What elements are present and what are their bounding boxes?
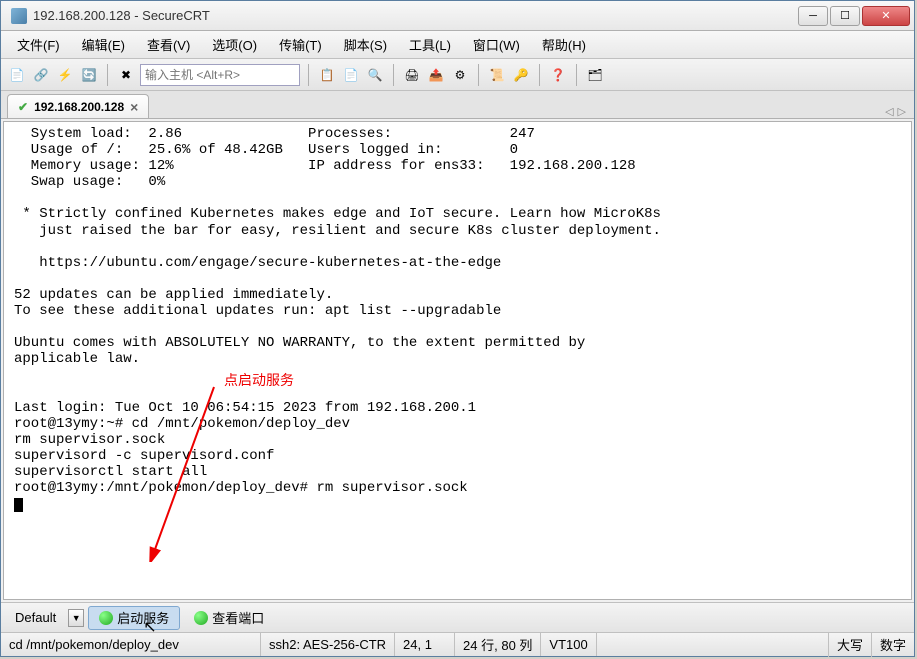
menu-tools[interactable]: 工具(L) [399,31,461,58]
titlebar: 192.168.200.128 - SecureCRT ─ ☐ ✕ [1,1,914,31]
app-window: 192.168.200.128 - SecureCRT ─ ☐ ✕ 文件(F) … [0,0,915,657]
separator [308,64,309,86]
status-term: VT100 [541,633,596,656]
menu-transfer[interactable]: 传输(T) [269,31,332,58]
separator [539,64,540,86]
start-service-label: 启动服务 [117,608,169,627]
status-path: cd /mnt/pokemon/deploy_dev [1,633,261,656]
terminal-content: System load: 2.86 Processes: 247 Usage o… [14,126,661,496]
tab-close-icon[interactable]: × [130,99,138,115]
maximize-button[interactable]: ☐ [830,6,860,26]
menu-help[interactable]: 帮助(H) [532,31,596,58]
terminal[interactable]: System load: 2.86 Processes: 247 Usage o… [3,121,912,600]
separator [393,64,394,86]
separator [478,64,479,86]
disconnect-icon[interactable]: ✖ [116,65,136,85]
menu-file[interactable]: 文件(F) [7,31,70,58]
find-icon[interactable]: 🔍 [365,65,385,85]
status-size: 24 行, 80 列 [455,633,541,656]
connected-icon: ✔ [18,100,28,114]
check-port-button[interactable]: 查看端口 [184,606,274,630]
tab-right-icon[interactable]: ▷ [898,105,906,118]
key-icon[interactable]: 🔑 [511,65,531,85]
status-spacer [597,633,828,656]
button-bar: Default ▼ 启动服务 ↖ 查看端口 [1,602,914,632]
window-title: 192.168.200.128 - SecureCRT [33,8,798,23]
connect-icon[interactable]: 🔗 [31,65,51,85]
terminal-cursor [14,498,23,512]
script-icon[interactable]: 📜 [487,65,507,85]
copy-icon[interactable]: 📋 [317,65,337,85]
green-dot-icon [99,611,113,625]
menu-view[interactable]: 查看(V) [137,31,200,58]
menu-options[interactable]: 选项(O) [202,31,267,58]
extra-icon[interactable]: 🗂 [585,65,605,85]
statusbar: cd /mnt/pokemon/deploy_dev ssh2: AES-256… [1,632,914,656]
separator [576,64,577,86]
status-num: 数字 [871,633,914,657]
options-icon[interactable]: ⚙ [450,65,470,85]
status-protocol: ssh2: AES-256-CTR [261,633,395,656]
menu-window[interactable]: 窗口(W) [463,31,530,58]
help-icon[interactable]: ❓ [548,65,568,85]
default-dropdown[interactable]: ▼ [68,609,84,627]
app-icon [11,8,27,24]
tab-left-icon[interactable]: ◁ [885,105,893,118]
menubar: 文件(F) 编辑(E) 查看(V) 选项(O) 传输(T) 脚本(S) 工具(L… [1,31,914,59]
reconnect-icon[interactable]: 🔄 [79,65,99,85]
default-label: Default [7,608,64,627]
check-port-label: 查看端口 [212,608,264,627]
tabbar: ✔ 192.168.200.128 × ◁ ▷ [1,91,914,119]
quick-connect-icon[interactable]: ⚡ [55,65,75,85]
session-tab[interactable]: ✔ 192.168.200.128 × [7,94,149,118]
toolbar: 📄 🔗 ⚡ 🔄 ✖ 📋 📄 🔍 🖨 📤 ⚙ 📜 🔑 ❓ 🗂 [1,59,914,91]
transfer-icon[interactable]: 📤 [426,65,446,85]
separator [107,64,108,86]
minimize-button[interactable]: ─ [798,6,828,26]
green-dot-icon [194,611,208,625]
tab-label: 192.168.200.128 [34,100,124,114]
menu-edit[interactable]: 编辑(E) [72,31,135,58]
status-caps: 大写 [828,633,871,657]
start-service-button[interactable]: 启动服务 ↖ [88,606,180,630]
paste-icon[interactable]: 📄 [341,65,361,85]
host-input[interactable] [140,64,300,86]
annotation-label: 点启动服务 [224,372,294,388]
status-cursor: 24, 1 [395,633,455,656]
close-button[interactable]: ✕ [862,6,910,26]
new-session-icon[interactable]: 📄 [7,65,27,85]
menu-script[interactable]: 脚本(S) [334,31,397,58]
print-icon[interactable]: 🖨 [402,65,422,85]
tab-scroll[interactable]: ◁ ▷ [885,105,906,118]
